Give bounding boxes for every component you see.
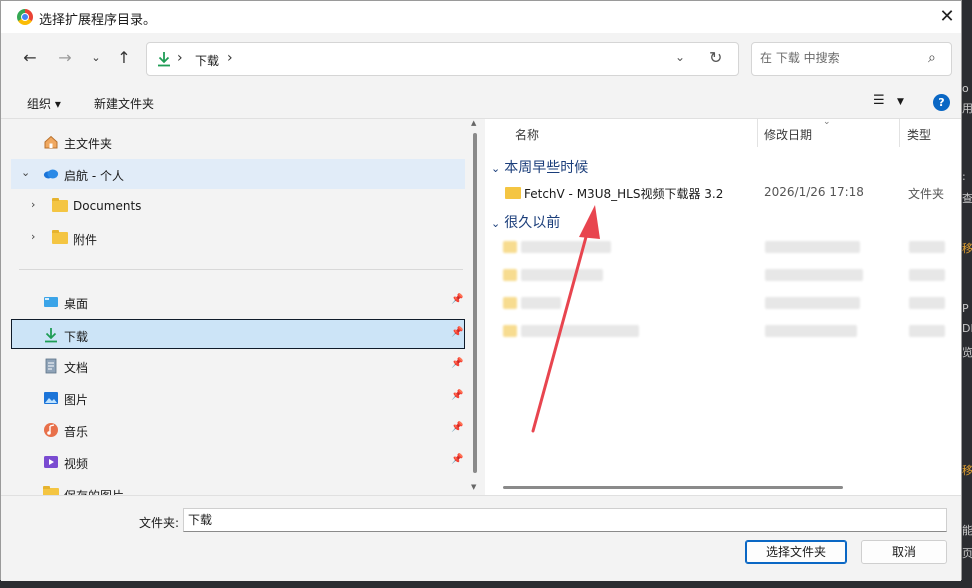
cancel-button[interactable]: 取消 bbox=[861, 540, 947, 564]
folder-field-label: 文件夹: bbox=[139, 516, 180, 530]
footer-bar: 文件夹: 下载 选择文件夹 取消 bbox=[1, 495, 961, 581]
annotation-arrow bbox=[531, 205, 600, 433]
folder-picker-dialog: 选择扩展程序目录。 ✕ ← → ⌄ ↑ › 下载 › ⌄ ↻ ⌕ 组织 ▾ 新建… bbox=[0, 0, 962, 581]
select-folder-button[interactable]: 选择文件夹 bbox=[745, 540, 847, 564]
folder-field[interactable]: 下载 bbox=[183, 508, 947, 532]
background-app-bottom bbox=[0, 580, 972, 588]
